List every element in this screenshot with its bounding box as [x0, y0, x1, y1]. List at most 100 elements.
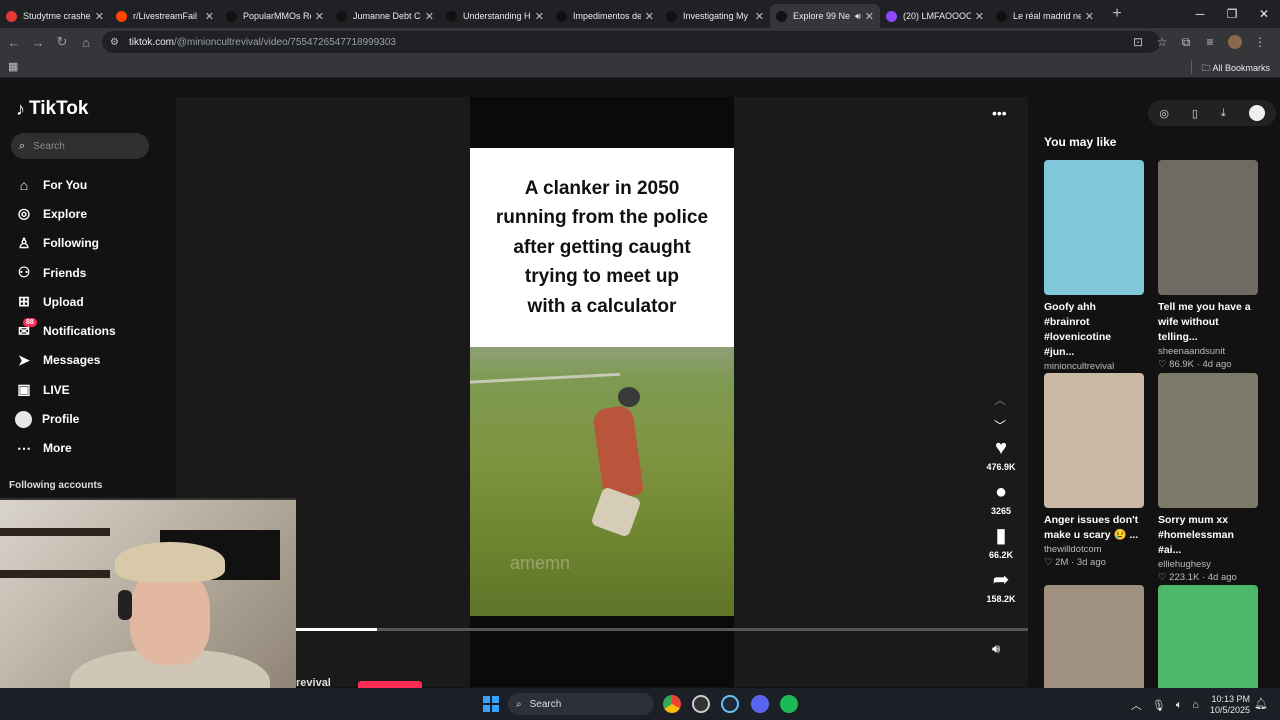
browser-tab[interactable]: Studytme crashes ✕	[0, 4, 110, 28]
close-tab-icon[interactable]: ✕	[975, 10, 984, 23]
minimize-icon[interactable]: ─	[1184, 0, 1216, 28]
download-icon[interactable]: ⤓	[1221, 107, 1226, 120]
sidebar-item-for-you[interactable]: ⌂ For You	[15, 170, 116, 199]
browser-tab[interactable]: (20) LMFAOOOO ✕	[880, 4, 990, 28]
search-icon: ⌕	[516, 698, 522, 710]
video-progress-bar[interactable]	[296, 628, 1028, 631]
browser-tab[interactable]: Impedimentos de ✕	[550, 4, 660, 28]
speed-icon[interactable]: ◎	[1159, 107, 1169, 120]
tab-title: Understanding H	[463, 11, 531, 21]
back-icon[interactable]: ←	[2, 35, 26, 50]
sidebar-item-notifications[interactable]: ✉ 88 Notifications	[15, 316, 116, 345]
close-tab-icon[interactable]: ✕	[865, 10, 874, 23]
close-tab-icon[interactable]: ✕	[95, 10, 104, 23]
profile-avatar[interactable]	[1228, 35, 1242, 49]
obs-icon[interactable]	[692, 695, 710, 713]
recommended-video-card[interactable]: Goofy ahh #brainrot #lovenicotine #jun..…	[1044, 160, 1144, 385]
microphone-icon[interactable]: 🎙︎	[1152, 699, 1166, 712]
more-options-icon[interactable]: •••	[992, 105, 1007, 121]
video-player-area: A clanker in 2050 running from the polic…	[176, 97, 1028, 689]
sidebar-item-more[interactable]: ⋯ More	[15, 434, 116, 463]
browser-tab[interactable]: Understanding H ✕	[440, 4, 550, 28]
chevron-up-icon[interactable]: ︿	[1131, 697, 1142, 713]
bookmark-star-icon[interactable]: ☆	[1150, 35, 1174, 49]
search-input[interactable]: ⌕ Search	[11, 133, 149, 159]
new-tab-icon[interactable]: +	[1106, 5, 1128, 23]
messages-icon: ➤	[18, 351, 30, 368]
heart-icon: ♥	[995, 437, 1007, 459]
volume-icon[interactable]: 🔊︎	[992, 641, 1000, 657]
video-frame[interactable]: A clanker in 2050 running from the polic…	[470, 148, 734, 616]
windows-start-icon[interactable]	[483, 696, 499, 712]
next-video-icon[interactable]: ﹀	[994, 413, 1006, 439]
forward-icon[interactable]: →	[26, 35, 50, 50]
close-tab-icon[interactable]: ✕	[535, 10, 544, 23]
tab-title: Explore 99 Ne	[793, 11, 851, 21]
chrome-icon[interactable]	[663, 695, 681, 713]
close-tab-icon[interactable]: ✕	[315, 10, 324, 23]
close-window-icon[interactable]: ✕	[1248, 0, 1280, 28]
user-avatar[interactable]	[1248, 105, 1265, 121]
browser-tab[interactable]: Investigating My ✕	[660, 4, 770, 28]
sidebar-item-messages[interactable]: ➤ Messages	[15, 346, 116, 375]
road	[470, 372, 620, 385]
network-icon[interactable]: ⌂	[1192, 699, 1199, 711]
bookmark-icon: ▮	[995, 525, 1007, 547]
discord-icon[interactable]	[751, 695, 769, 713]
media-icon[interactable]: ≡	[1198, 35, 1222, 49]
menu-icon[interactable]: ⋮	[1248, 35, 1272, 49]
sidebar-item-upload[interactable]: ⊞ Upload	[15, 287, 116, 316]
comment-button[interactable]: ● 3265	[976, 481, 1026, 525]
previous-video-icon[interactable]: ︿	[994, 387, 1006, 413]
url-field[interactable]: ⚙ tiktok.com/@minioncultrevival/video/75…	[102, 31, 1160, 53]
tab-favicon-icon	[776, 10, 787, 22]
extensions-icon[interactable]: ⧉	[1174, 35, 1198, 50]
share-button[interactable]: ➦ 158.2K	[976, 569, 1026, 613]
taskbar-search[interactable]: ⌕ Search	[508, 693, 654, 715]
recommended-video-card[interactable]: Sorry mum xx #homelessman #ai... elliehu…	[1158, 373, 1258, 583]
video-age: 3d ago	[1076, 557, 1106, 568]
sidebar-item-following[interactable]: ♙ Following	[15, 229, 116, 258]
speaker-icon[interactable]: 🔈︎	[1176, 699, 1183, 712]
clock[interactable]: 10:13 PM 10/5/2025	[1210, 694, 1250, 716]
close-tab-icon[interactable]: ✕	[645, 10, 654, 23]
reload-icon[interactable]: ↻	[50, 34, 74, 50]
address-toolbar: ← → ↻ ⌂ ⚙ tiktok.com/@minioncultrevival/…	[0, 28, 1280, 56]
comment-icon: ●	[994, 481, 1008, 503]
restore-icon[interactable]: ❐	[1216, 0, 1248, 28]
site-info-icon[interactable]: ⚙	[110, 37, 119, 48]
browser-tab[interactable]: r/LivestreamFail ✕	[110, 4, 220, 28]
browser-tab[interactable]: PopularMMOs Re ✕	[220, 4, 330, 28]
logo-text: TikTok	[29, 98, 89, 119]
browser-tab[interactable]: Explore 99 Ne 🔊︎ ✕	[770, 4, 880, 28]
tiktok-logo[interactable]: ♪ TikTok	[16, 98, 88, 120]
sidebar-item-profile[interactable]: Profile	[15, 404, 116, 433]
sidebar-item-explore[interactable]: ◎ Explore	[15, 199, 116, 228]
sidebar-item-friends[interactable]: ⚇ Friends	[15, 258, 116, 287]
recommended-video-card[interactable]: Anger issues don't make u scary 😢 ... th…	[1044, 373, 1144, 568]
close-tab-icon[interactable]: ✕	[205, 10, 214, 23]
steam-icon[interactable]	[721, 695, 739, 713]
helmet	[618, 387, 640, 407]
recommended-video-card[interactable]: Tell me you have a wife without telling.…	[1158, 160, 1258, 370]
close-tab-icon[interactable]: ✕	[425, 10, 434, 23]
search-placeholder: Search	[33, 140, 65, 152]
friends-icon: ⚇	[17, 264, 31, 281]
browser-tab[interactable]: Le réal madrid ne ✕	[990, 4, 1100, 28]
browser-tab[interactable]: Jumanne Debt Co ✕	[330, 4, 440, 28]
heart-outline-icon: ♡	[1044, 557, 1053, 568]
like-button[interactable]: ♥ 476.9K	[976, 437, 1026, 481]
save-button[interactable]: ▮ 66.2K	[976, 525, 1026, 569]
close-tab-icon[interactable]: ✕	[1085, 10, 1094, 23]
apps-grid-icon[interactable]: ▦	[8, 60, 18, 73]
video-likes: 223.1K	[1169, 572, 1200, 583]
notification-icon[interactable]: 🔔︎	[1254, 697, 1268, 710]
audio-icon[interactable]: 🔊︎	[855, 11, 861, 22]
sidebar-item-live[interactable]: ▣ LIVE	[15, 375, 116, 404]
spotify-icon[interactable]	[780, 695, 798, 713]
install-icon[interactable]: ⊡	[1126, 35, 1150, 49]
home-icon[interactable]: ⌂	[74, 35, 98, 50]
all-bookmarks[interactable]: 🗀 All Bookmarks	[1201, 61, 1270, 77]
device-icon[interactable]: ▯	[1192, 107, 1198, 120]
close-tab-icon[interactable]: ✕	[755, 10, 764, 23]
